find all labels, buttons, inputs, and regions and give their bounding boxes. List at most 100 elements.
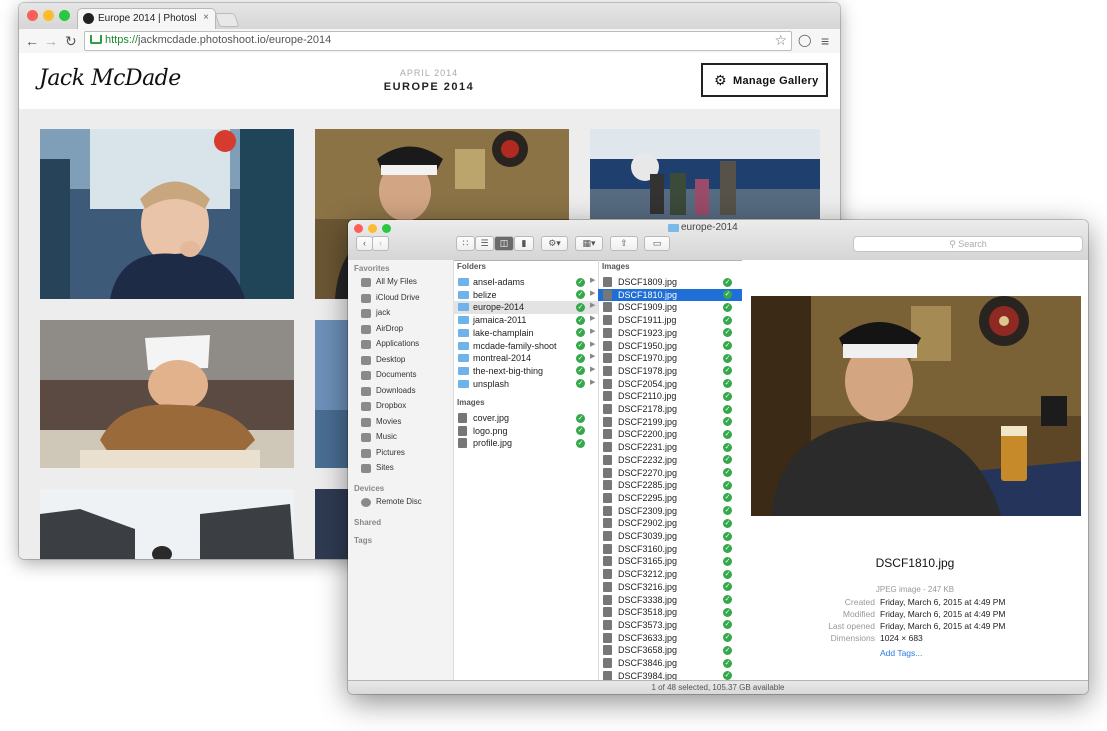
sidebar-item-dropbox[interactable]: Dropbox — [361, 400, 453, 414]
file-row[interactable]: DSCF3212.jpg ✓ — [598, 568, 742, 581]
folder-row[interactable]: the-next-big-thing ✓ ▶ — [453, 365, 598, 378]
file-row[interactable]: DSCF3160.jpg ✓ — [598, 543, 742, 556]
file-row[interactable]: DSCF2285.jpg ✓ — [598, 479, 742, 492]
sidebar-item-desktop[interactable]: Desktop — [361, 354, 453, 368]
file-row[interactable]: DSCF3338.jpg ✓ — [598, 594, 742, 607]
file-row[interactable]: DSCF2200.jpg ✓ — [598, 428, 742, 441]
gallery-photo-child-cap[interactable] — [40, 129, 294, 299]
sidebar-item-documents[interactable]: Documents — [361, 369, 453, 383]
finder-search-field[interactable]: ⚲ Search — [853, 236, 1083, 252]
sidebar-item-airdrop[interactable]: AirDrop — [361, 323, 453, 337]
file-row[interactable]: DSCF2178.jpg ✓ — [598, 403, 742, 416]
file-row[interactable]: DSCF1970.jpg ✓ — [598, 352, 742, 365]
file-row[interactable]: DSCF1909.jpg ✓ — [598, 301, 742, 314]
gallery-photo-harbor[interactable] — [590, 129, 820, 219]
file-row[interactable]: DSCF1809.jpg ✓ — [598, 276, 742, 289]
site-logo[interactable]: Jack McDade — [39, 66, 181, 91]
file-row[interactable]: DSCF3846.jpg ✓ — [598, 657, 742, 670]
menu-icon[interactable]: ≡ — [821, 33, 829, 49]
image-file-row[interactable]: cover.jpg ✓ — [453, 412, 598, 425]
tag-icon[interactable]: ▭ — [644, 236, 670, 251]
image-file-row[interactable]: logo.png ✓ — [453, 425, 598, 438]
file-row[interactable]: DSCF2199.jpg ✓ — [598, 416, 742, 429]
back-arrow-icon[interactable]: ← — [25, 33, 39, 49]
folder-row[interactable]: lake-champlain ✓ ▶ — [453, 327, 598, 340]
finder-minimize-button[interactable] — [368, 224, 377, 233]
folder-row[interactable]: belize ✓ ▶ — [453, 289, 598, 302]
sidebar-item-applications[interactable]: Applications — [361, 338, 453, 352]
sidebar-item-pictures[interactable]: Pictures — [361, 447, 453, 461]
cover-flow-icon[interactable]: ▮ — [514, 236, 534, 251]
add-tags-link[interactable]: Add Tags... — [880, 648, 922, 658]
close-tab-icon[interactable]: × — [203, 12, 209, 23]
folder-row[interactable]: europe-2014 ✓ ▶ — [453, 301, 598, 315]
file-row[interactable]: DSCF3633.jpg ✓ — [598, 632, 742, 645]
manage-gallery-button[interactable]: ⚙ Manage Gallery — [701, 63, 828, 97]
new-tab-button[interactable] — [214, 13, 240, 27]
shared-header: Shared — [354, 518, 382, 527]
finder-forward-button[interactable]: › — [372, 236, 389, 251]
file-row[interactable]: DSCF3165.jpg ✓ — [598, 555, 742, 568]
file-row[interactable]: DSCF3518.jpg ✓ — [598, 606, 742, 619]
minimize-window-button[interactable] — [43, 10, 54, 21]
forward-arrow-icon[interactable]: → — [44, 33, 58, 49]
file-row[interactable]: DSCF2309.jpg ✓ — [598, 505, 742, 518]
file-row[interactable]: DSCF3984.jpg ✓ — [598, 670, 742, 680]
sidebar-item-icloud-drive[interactable]: iCloud Drive — [361, 292, 453, 306]
icon-view-icon[interactable]: ∷ — [456, 236, 475, 251]
file-row[interactable]: DSCF2295.jpg ✓ — [598, 492, 742, 505]
sidebar-item-sites[interactable]: Sites — [361, 462, 453, 476]
file-row[interactable]: DSCF2110.jpg ✓ — [598, 390, 742, 403]
file-row[interactable]: DSCF2054.jpg ✓ — [598, 378, 742, 391]
zoom-window-button[interactable] — [59, 10, 70, 21]
file-row[interactable]: DSCF1950.jpg ✓ — [598, 340, 742, 353]
file-row[interactable]: DSCF3039.jpg ✓ — [598, 530, 742, 543]
share-icon[interactable]: ⇧ — [610, 236, 638, 251]
folder-row[interactable]: montreal-2014 ✓ ▶ — [453, 352, 598, 365]
sidebar-item-remote-disc[interactable]: Remote Disc — [361, 496, 453, 510]
arrange-grid-icon[interactable]: ▦▾ — [575, 236, 603, 251]
address-bar[interactable]: https://jackmcdade.photoshoot.io/europe-… — [84, 31, 792, 51]
file-row[interactable]: DSCF2231.jpg ✓ — [598, 441, 742, 454]
extension-icon[interactable]: ◯ — [798, 33, 811, 47]
finder-close-button[interactable] — [354, 224, 363, 233]
file-row[interactable]: DSCF3658.jpg ✓ — [598, 644, 742, 657]
finder-zoom-button[interactable] — [382, 224, 391, 233]
gallery-photo-child-drawing[interactable] — [40, 320, 294, 468]
file-row[interactable]: DSCF2902.jpg ✓ — [598, 517, 742, 530]
sidebar-item-downloads[interactable]: Downloads — [361, 385, 453, 399]
gallery-photo-castle[interactable] — [40, 489, 294, 559]
reload-icon[interactable]: ↻ — [65, 33, 77, 50]
file-row[interactable]: DSCF2232.jpg ✓ — [598, 454, 742, 467]
gear-icon: ⚙ — [714, 72, 727, 88]
folder-row[interactable]: jamaica-2011 ✓ ▶ — [453, 314, 598, 327]
file-row[interactable]: DSCF1810.jpg ✓ — [598, 288, 742, 302]
synced-check-icon: ✓ — [576, 315, 585, 325]
jack-icon — [361, 309, 371, 318]
action-gear-icon[interactable]: ⚙▾ — [541, 236, 568, 251]
file-row[interactable]: DSCF1911.jpg ✓ — [598, 314, 742, 327]
file-row[interactable]: DSCF3216.jpg ✓ — [598, 581, 742, 594]
column-view-icon[interactable]: ◫ — [494, 236, 514, 251]
close-window-button[interactable] — [27, 10, 38, 21]
file-row[interactable]: DSCF1923.jpg ✓ — [598, 327, 742, 340]
image-thumbnail-icon — [603, 645, 612, 656]
sidebar-item-all-my-files[interactable]: All My Files — [361, 276, 453, 290]
image-thumbnail-icon — [603, 492, 612, 503]
bookmark-star-icon[interactable]: ☆ — [774, 32, 787, 49]
finder-back-button[interactable]: ‹ — [356, 236, 373, 251]
browser-tab[interactable]: Europe 2014 | Photoshoot × — [77, 8, 216, 30]
sites-icon — [361, 464, 371, 473]
image-file-row[interactable]: profile.jpg ✓ — [453, 437, 598, 450]
sidebar-item-jack[interactable]: jack — [361, 307, 453, 321]
file-row[interactable]: DSCF1978.jpg ✓ — [598, 365, 742, 378]
file-row[interactable]: DSCF3573.jpg ✓ — [598, 619, 742, 632]
file-row[interactable]: DSCF2270.jpg ✓ — [598, 467, 742, 480]
synced-check-icon: ✓ — [723, 391, 732, 401]
folder-row[interactable]: ansel-adams ✓ ▶ — [453, 276, 598, 289]
list-view-icon[interactable]: ☰ — [475, 236, 494, 251]
sidebar-item-movies[interactable]: Movies — [361, 416, 453, 430]
folder-row[interactable]: mcdade-family-shoot ✓ ▶ — [453, 340, 598, 353]
folder-row[interactable]: unsplash ✓ ▶ — [453, 378, 598, 391]
sidebar-item-music[interactable]: Music — [361, 431, 453, 445]
